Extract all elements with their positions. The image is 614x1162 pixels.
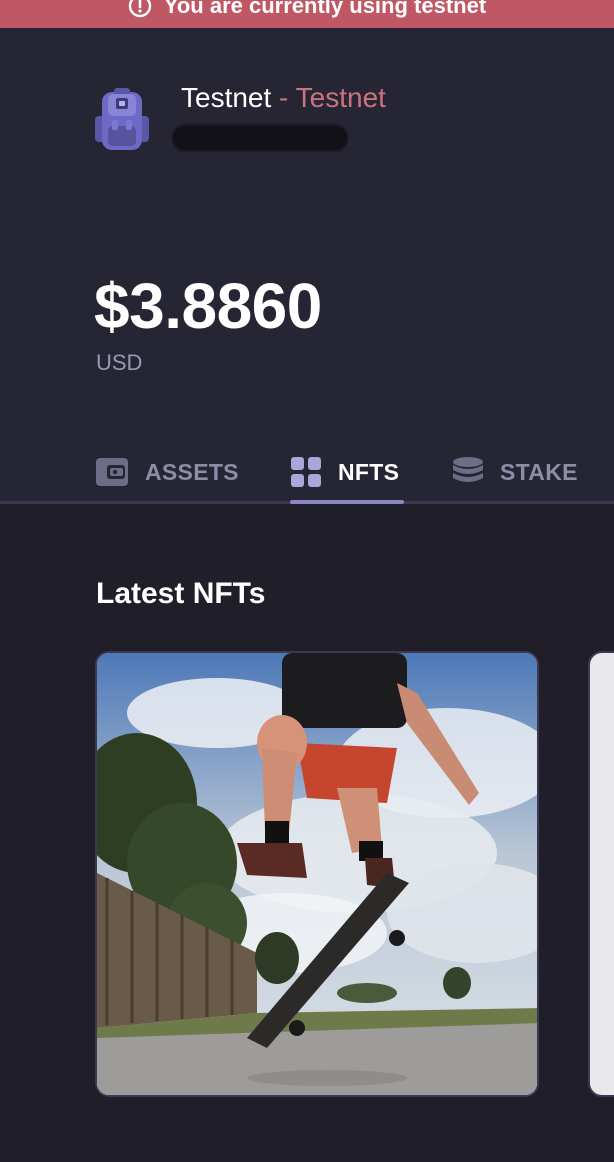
nft-image	[97, 653, 537, 1095]
tab-assets[interactable]: ASSETS	[95, 443, 239, 501]
tab-stake[interactable]: STAKE	[452, 443, 578, 501]
balance-currency: USD	[96, 350, 143, 375]
account-title[interactable]: Testnet - Testnet	[181, 81, 386, 115]
testnet-banner-text: You are currently using testnet	[163, 0, 487, 18]
wallet-header: Testnet - Testnet $3.8860 USD	[0, 28, 614, 502]
grid-icon	[291, 457, 321, 487]
nft-card[interactable]	[95, 651, 539, 1097]
wallet-tabs: ASSETS NFTS STAKE	[0, 443, 614, 501]
account-separator: -	[271, 82, 296, 113]
backpack-icon[interactable]	[93, 86, 151, 152]
database-stack-icon	[453, 457, 483, 482]
tab-assets-label: ASSETS	[145, 459, 239, 485]
account-network: Testnet	[295, 82, 386, 113]
alert-circle-icon	[128, 0, 152, 18]
redacted-address	[172, 125, 348, 151]
testnet-banner: You are currently using testnet	[0, 0, 614, 28]
balance-amount: $3.8860	[94, 270, 322, 342]
wallet-icon	[96, 458, 128, 486]
nft-card-next[interactable]	[588, 651, 614, 1097]
account-name: Testnet	[181, 82, 272, 113]
active-tab-indicator	[290, 500, 404, 504]
wallet-screen: You are currently using testnet Testnet …	[0, 0, 614, 1162]
tab-stake-label: STAKE	[500, 459, 578, 485]
tab-nfts-label: NFTS	[338, 459, 400, 485]
section-title-latest-nfts: Latest NFTs	[96, 577, 266, 610]
tab-nfts[interactable]: NFTS	[290, 443, 399, 501]
